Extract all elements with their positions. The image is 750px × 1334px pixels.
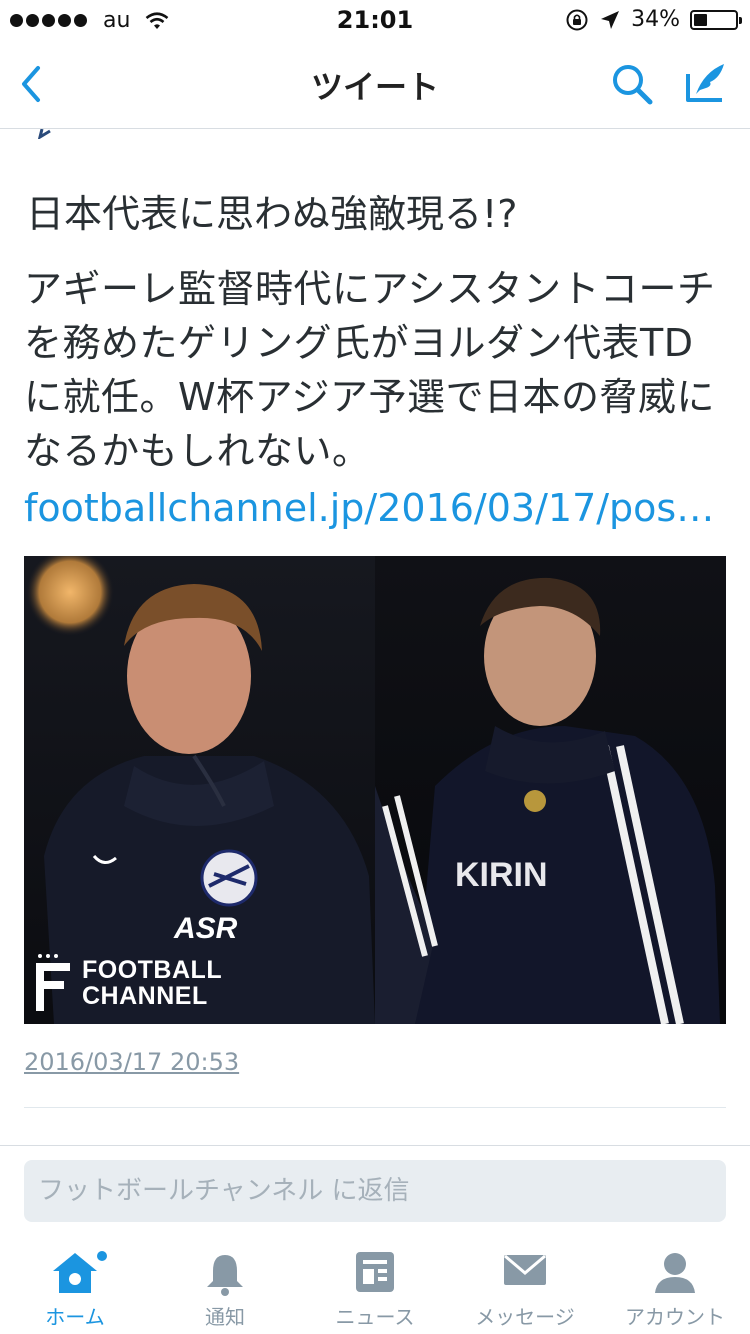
football-channel-logo: FOOTBALL CHANNEL (30, 953, 222, 1013)
tweet-detail: 日本代表に思わぬ強敵現る!? アギーレ監督時代にアシスタントコーチを務めたゲリン… (0, 129, 750, 1145)
navigation-bar: ツイート (0, 40, 750, 129)
tweet-timestamp[interactable]: 2016/03/17 20:53 (24, 1048, 239, 1076)
bell-icon (207, 1255, 243, 1296)
svg-text:KIRIN: KIRIN (455, 856, 548, 894)
tab-bar: ホーム 通知 ニュース メッセージ アカウント (0, 1239, 750, 1334)
tab-notifications-label: 通知 (205, 1305, 245, 1329)
orientation-lock-icon (566, 9, 588, 30)
football-channel-wordmark: FOOTBALL CHANNEL (82, 957, 222, 1009)
battery-icon (690, 9, 742, 30)
tweet-text: アギーレ監督時代にアシスタントコーチを務めたゲリング氏がヨルダン代表TDに就任。… (24, 267, 716, 473)
home-notification-dot (97, 1251, 107, 1261)
tweet-headline: 日本代表に思わぬ強敵現る!? (26, 192, 518, 236)
status-bar: au 21:01 34% (0, 0, 750, 40)
home-icon (53, 1253, 97, 1293)
person-icon (655, 1253, 695, 1293)
envelope-icon (504, 1254, 546, 1285)
location-arrow-icon (601, 10, 620, 29)
tab-home-label: ホーム (45, 1305, 105, 1329)
coach-right-illustration: KIRIN (375, 577, 720, 1024)
status-right: 34% (565, 7, 742, 32)
tab-news[interactable]: ニュース (300, 1239, 450, 1334)
divider (24, 1107, 726, 1108)
battery-percent: 34% (631, 7, 680, 32)
photo-right-coach: KIRIN (375, 556, 726, 1024)
football-channel-mark-icon (36, 954, 70, 1011)
tweet-detail-screen: au 21:01 34% ツイート 日本代表に思わぬ強敵現る!? アギーレ監督時… (0, 0, 750, 1334)
compose-tweet-icon[interactable] (682, 60, 728, 106)
reply-bar (0, 1145, 750, 1240)
photo-left-coach: ASR FOOTBALL CHANNEL (24, 556, 375, 1024)
tab-messages-label: メッセージ (475, 1305, 575, 1329)
tweet-link[interactable]: footballchannel.jp/2016/03/17/pos… (24, 484, 714, 532)
news-icon (356, 1252, 394, 1292)
tweet-media-image[interactable]: ASR FOOTBALL CHANNEL KIRIN (24, 556, 726, 1024)
tab-home[interactable]: ホーム (0, 1239, 150, 1334)
tab-notifications[interactable]: 通知 (150, 1239, 300, 1334)
tab-news-label: ニュース (335, 1305, 415, 1329)
search-icon[interactable] (610, 62, 654, 106)
reply-input[interactable] (24, 1160, 726, 1222)
logo-line-2: CHANNEL (82, 982, 208, 1010)
tab-messages[interactable]: メッセージ (450, 1239, 600, 1334)
logo-line-1: FOOTBALL (82, 956, 223, 984)
tab-account-label: アカウント (625, 1305, 725, 1329)
tab-account[interactable]: アカウント (600, 1239, 750, 1334)
svg-text:ASR: ASR (173, 912, 238, 945)
scrolled-avatar-fragment (38, 129, 51, 139)
